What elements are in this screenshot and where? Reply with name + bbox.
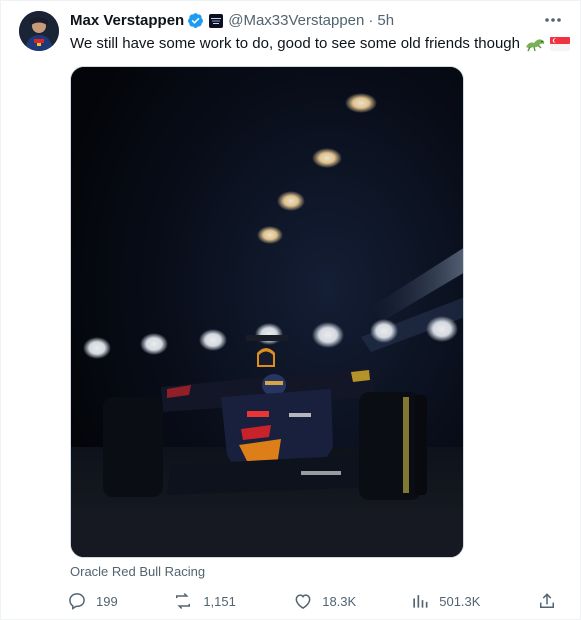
- author-handle[interactable]: @Max33Verstappen: [228, 12, 364, 29]
- views-button[interactable]: 501.3K: [410, 591, 537, 611]
- avatar[interactable]: [19, 11, 59, 51]
- heart-icon: [295, 594, 311, 609]
- separator-dot: ·: [368, 12, 374, 29]
- tweet-actions: 199 1,151 18.3K 501.3K: [67, 589, 567, 613]
- reply-count: 199: [96, 593, 118, 609]
- author-name[interactable]: Max Verstappen: [70, 12, 184, 29]
- share-upload-icon: [540, 593, 554, 608]
- lizard-emoji-icon: [524, 35, 546, 53]
- tweet-header: Max Verstappen @Max33Verstappen · 5h: [70, 12, 540, 29]
- timestamp[interactable]: 5h: [377, 12, 394, 29]
- like-count: 18.3K: [322, 593, 357, 609]
- views-count: 501.3K: [439, 593, 481, 609]
- analytics-bars-icon: [413, 595, 428, 608]
- reply-icon: [69, 593, 85, 610]
- more-dots-icon: [545, 18, 561, 22]
- tweet-text-content: We still have some work to do, good to s…: [70, 35, 520, 52]
- like-button[interactable]: 18.3K: [293, 591, 410, 611]
- repost-count: 1,151: [203, 593, 236, 609]
- tweet-media-image[interactable]: [70, 66, 464, 558]
- media-caption[interactable]: Oracle Red Bull Racing: [70, 564, 205, 579]
- singapore-flag-emoji-icon: [549, 37, 570, 51]
- tweet-card[interactable]: Max Verstappen @Max33Verstappen · 5h We: [0, 0, 581, 620]
- verified-badge-icon: [187, 12, 204, 29]
- reply-button[interactable]: 199: [67, 591, 172, 611]
- tweet-text: We still have some work to do, good to s…: [70, 34, 570, 54]
- f1-car-night-photo-icon: [71, 67, 463, 557]
- share-button[interactable]: [537, 591, 557, 611]
- repost-button[interactable]: 1,151: [172, 591, 293, 611]
- more-options-button[interactable]: [542, 10, 564, 30]
- repost-icon: [176, 592, 191, 610]
- affiliate-badge-icon[interactable]: [209, 13, 224, 28]
